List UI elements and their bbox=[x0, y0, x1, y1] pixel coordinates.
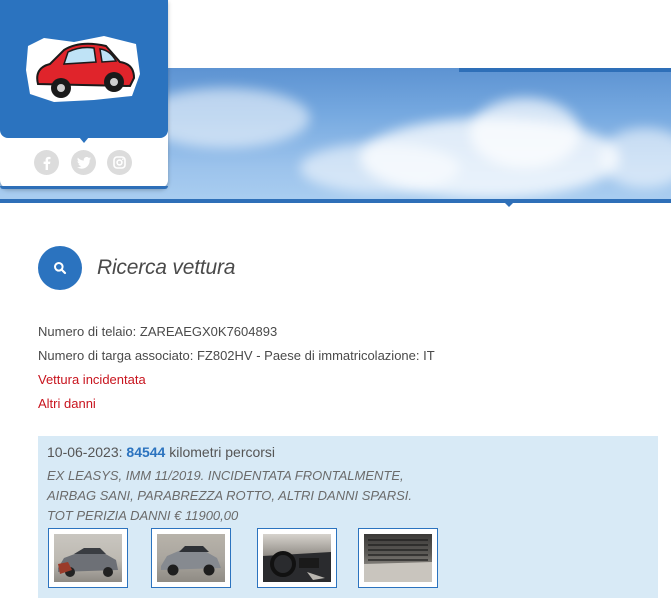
chassis-number: Numero di telaio: ZAREAEGX0K7604893 bbox=[38, 324, 278, 339]
instagram-icon[interactable] bbox=[107, 150, 132, 175]
record-km: 84544 bbox=[126, 444, 166, 460]
record-date: 10-06-2023: bbox=[47, 444, 123, 460]
record-desc-line: EX LEASYS, IMM 11/2019. INCIDENTATA FRON… bbox=[47, 468, 404, 483]
logo-panel-underline bbox=[0, 186, 168, 189]
header-divider bbox=[0, 199, 671, 203]
red-car-icon bbox=[26, 36, 140, 102]
history-record: 10-06-2023: 84544 kilometri percorsi EX … bbox=[38, 436, 658, 598]
record-description: EX LEASYS, IMM 11/2019. INCIDENTATA FRON… bbox=[47, 466, 412, 526]
record-header: 10-06-2023: 84544 kilometri percorsi bbox=[47, 444, 275, 460]
search-icon[interactable] bbox=[38, 246, 82, 290]
record-desc-line: TOT PERIZIA DANNI € 11900,00 bbox=[47, 508, 239, 523]
page-title: Ricerca vettura bbox=[97, 256, 236, 279]
photo-damaged-panel[interactable] bbox=[358, 528, 438, 588]
other-damage-flag: Altri danni bbox=[38, 396, 96, 411]
plate-number: Numero di targa associato: FZ802HV - Pae… bbox=[38, 348, 435, 363]
header-notch bbox=[504, 202, 514, 207]
logo-panel bbox=[0, 0, 168, 189]
header-accent-line bbox=[459, 68, 671, 72]
twitter-icon[interactable] bbox=[71, 150, 96, 175]
logo-link[interactable] bbox=[0, 0, 168, 138]
facebook-icon[interactable] bbox=[34, 150, 59, 175]
photo-front-damage[interactable] bbox=[48, 528, 128, 588]
record-km-label: kilometri percorsi bbox=[169, 444, 276, 460]
record-desc-line: AIRBAG SANI, PARABREZZA ROTTO, ALTRI DAN… bbox=[47, 488, 413, 503]
photo-side-view[interactable] bbox=[151, 528, 231, 588]
photo-interior-dashboard[interactable] bbox=[257, 528, 337, 588]
logo-notch bbox=[79, 137, 89, 143]
accident-flag: Vettura incidentata bbox=[38, 372, 146, 387]
